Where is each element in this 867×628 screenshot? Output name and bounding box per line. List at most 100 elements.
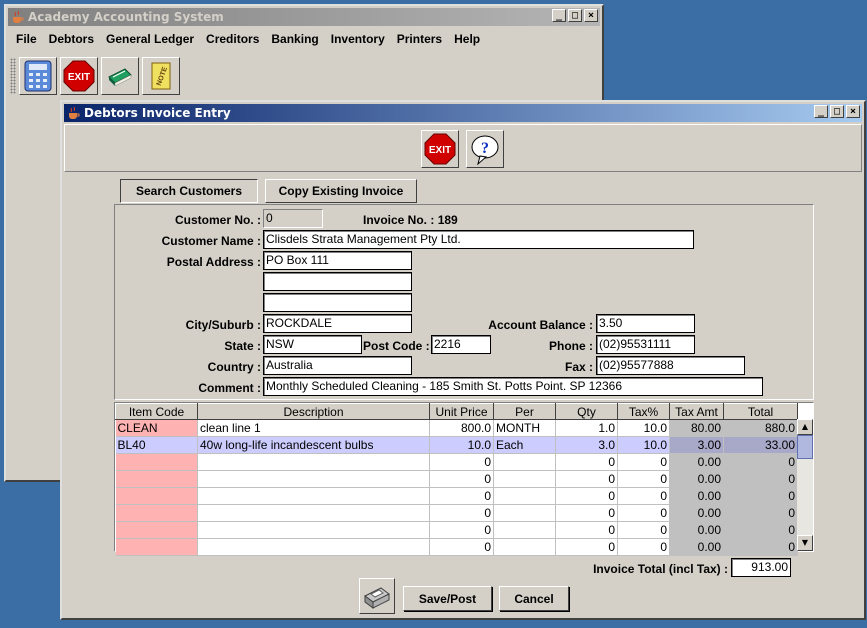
- table-row[interactable]: 0 0 0 0.00 0: [115, 521, 798, 539]
- exit-app-button[interactable]: EXIT: [60, 57, 98, 95]
- close-button[interactable]: ×: [584, 9, 598, 22]
- col-header-qty[interactable]: Qty: [555, 403, 618, 420]
- fax-field[interactable]: (02)95577888: [596, 356, 745, 375]
- calculator-button[interactable]: [19, 57, 57, 95]
- table-row[interactable]: 0 0 0 0.00 0: [115, 538, 798, 556]
- search-customers-button[interactable]: Search Customers: [120, 179, 258, 203]
- cell-per[interactable]: [493, 453, 556, 471]
- cell-per[interactable]: [493, 504, 556, 522]
- cell-description[interactable]: [197, 538, 430, 556]
- dialog-minimize-button[interactable]: _: [814, 105, 828, 118]
- col-header-unit-price[interactable]: Unit Price: [429, 403, 494, 420]
- cell-tax-percent[interactable]: 0: [617, 453, 670, 471]
- cell-description[interactable]: 40w long-life incandescent bulbs: [197, 436, 430, 454]
- cell-qty[interactable]: 0: [555, 453, 618, 471]
- table-row[interactable]: 0 0 0 0.00 0: [115, 487, 798, 505]
- cell-item-code[interactable]: [115, 521, 198, 539]
- cell-per[interactable]: [493, 470, 556, 488]
- cell-unit-price[interactable]: 800.0: [429, 419, 494, 437]
- cell-unit-price[interactable]: 0: [429, 521, 494, 539]
- col-header-tax-amt[interactable]: Tax Amt: [669, 403, 724, 420]
- account-balance-field[interactable]: 3.50: [596, 314, 695, 333]
- cell-tax-percent[interactable]: 0: [617, 538, 670, 556]
- cell-qty[interactable]: 0: [555, 470, 618, 488]
- postal-address-line2-field[interactable]: [263, 272, 412, 291]
- print-button[interactable]: [359, 578, 395, 614]
- cell-qty[interactable]: 3.0: [555, 436, 618, 454]
- col-header-description[interactable]: Description: [197, 403, 430, 420]
- cell-qty[interactable]: 0: [555, 521, 618, 539]
- col-header-tax-percent[interactable]: Tax%: [617, 403, 670, 420]
- cell-per[interactable]: [493, 521, 556, 539]
- menu-inventory[interactable]: Inventory: [325, 30, 391, 52]
- save-post-button[interactable]: Save/Post: [403, 586, 492, 611]
- menu-help[interactable]: Help: [448, 30, 486, 52]
- city-field[interactable]: ROCKDALE: [263, 314, 412, 333]
- cell-item-code[interactable]: [115, 487, 198, 505]
- phone-field[interactable]: (02)95531111: [596, 335, 695, 354]
- cell-per[interactable]: MONTH: [493, 419, 556, 437]
- col-header-total[interactable]: Total: [723, 403, 798, 420]
- country-field[interactable]: Australia: [263, 356, 412, 375]
- cell-tax-percent[interactable]: 0: [617, 487, 670, 505]
- scroll-thumb[interactable]: [797, 435, 813, 459]
- cell-tax-percent[interactable]: 10.0: [617, 436, 670, 454]
- cell-item-code[interactable]: [115, 504, 198, 522]
- postal-address-line1-field[interactable]: PO Box 111: [263, 251, 412, 270]
- cell-item-code[interactable]: [115, 470, 198, 488]
- dialog-exit-button[interactable]: EXIT: [421, 130, 459, 168]
- comment-field[interactable]: Monthly Scheduled Cleaning - 185 Smith S…: [263, 377, 763, 396]
- menu-creditors[interactable]: Creditors: [200, 30, 265, 52]
- menu-debtors[interactable]: Debtors: [43, 30, 100, 52]
- cell-description[interactable]: [197, 453, 430, 471]
- cell-unit-price[interactable]: 0: [429, 470, 494, 488]
- cell-item-code[interactable]: [115, 538, 198, 556]
- state-field[interactable]: NSW: [263, 335, 362, 354]
- minimize-button[interactable]: _: [552, 9, 566, 22]
- cell-qty[interactable]: 1.0: [555, 419, 618, 437]
- col-header-item-code[interactable]: Item Code: [115, 403, 198, 420]
- cell-qty[interactable]: 0: [555, 487, 618, 505]
- notes-button[interactable]: NOTE: [142, 57, 180, 95]
- cell-description[interactable]: clean line 1: [197, 419, 430, 437]
- cell-qty[interactable]: 0: [555, 538, 618, 556]
- menu-printers[interactable]: Printers: [391, 30, 448, 52]
- table-row[interactable]: BL40 40w long-life incandescent bulbs 10.0…: [115, 436, 798, 454]
- dialog-maximize-button[interactable]: □: [830, 105, 844, 118]
- cell-tax-percent[interactable]: 0: [617, 470, 670, 488]
- dialog-close-button[interactable]: ×: [846, 105, 860, 118]
- main-window-titlebar[interactable]: Academy Accounting System _ □ ×: [8, 8, 600, 26]
- scroll-up-button[interactable]: ▲: [797, 419, 813, 435]
- book-button[interactable]: [101, 57, 139, 95]
- help-button[interactable]: ?: [466, 130, 504, 168]
- cell-per[interactable]: Each: [493, 436, 556, 454]
- cell-tax-percent[interactable]: 0: [617, 504, 670, 522]
- cell-description[interactable]: [197, 470, 430, 488]
- col-header-per[interactable]: Per: [493, 403, 556, 420]
- cancel-button[interactable]: Cancel: [499, 586, 569, 611]
- cell-tax-percent[interactable]: 0: [617, 521, 670, 539]
- cell-unit-price[interactable]: 0: [429, 538, 494, 556]
- cell-tax-percent[interactable]: 10.0: [617, 419, 670, 437]
- cell-qty[interactable]: 0: [555, 504, 618, 522]
- table-row[interactable]: 0 0 0 0.00 0: [115, 504, 798, 522]
- cell-unit-price[interactable]: 0: [429, 453, 494, 471]
- cell-unit-price[interactable]: 0: [429, 504, 494, 522]
- menu-general-ledger[interactable]: General Ledger: [100, 30, 200, 52]
- cell-description[interactable]: [197, 487, 430, 505]
- cell-unit-price[interactable]: 0: [429, 487, 494, 505]
- cell-item-code[interactable]: BL40: [115, 436, 198, 454]
- maximize-button[interactable]: □: [568, 9, 582, 22]
- copy-existing-invoice-button[interactable]: Copy Existing Invoice: [265, 179, 417, 203]
- menu-file[interactable]: File: [10, 30, 43, 52]
- postal-address-line3-field[interactable]: [263, 293, 412, 312]
- cell-per[interactable]: [493, 538, 556, 556]
- cell-description[interactable]: [197, 521, 430, 539]
- table-row[interactable]: 0 0 0 0.00 0: [115, 453, 798, 471]
- customer-name-field[interactable]: Clisdels Strata Management Pty Ltd.: [263, 230, 694, 249]
- cell-per[interactable]: [493, 487, 556, 505]
- table-row[interactable]: 0 0 0 0.00 0: [115, 470, 798, 488]
- toolbar-grip[interactable]: [10, 58, 16, 94]
- menu-banking[interactable]: Banking: [265, 30, 324, 52]
- table-row[interactable]: CLEAN clean line 1 800.0 MONTH 1.0 10.0 80.00 8…: [115, 419, 798, 437]
